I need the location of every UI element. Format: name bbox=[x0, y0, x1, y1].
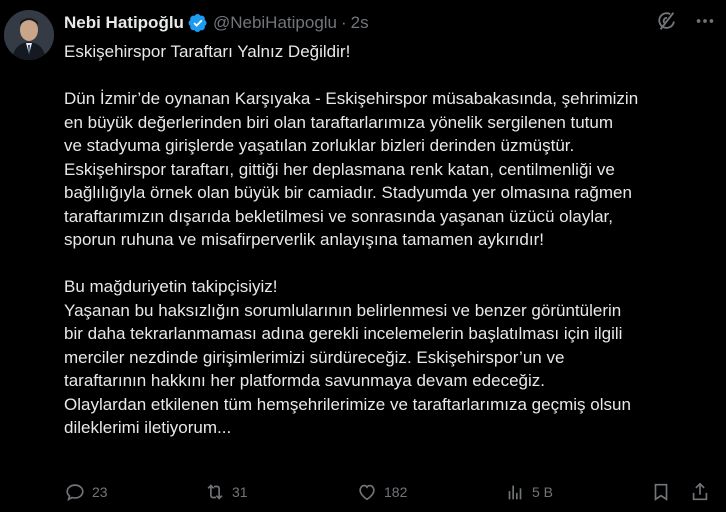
reply-icon bbox=[66, 484, 84, 501]
author-name[interactable]: Nebi Hatipoğlu bbox=[64, 13, 184, 33]
reply-count: 23 bbox=[92, 484, 108, 500]
like-count: 182 bbox=[384, 484, 408, 500]
verified-badge-icon bbox=[188, 13, 208, 33]
tweet-line: Dün İzmir’de oynanan Karşıyaka - Eskişeh… bbox=[64, 89, 639, 108]
tweet-line: merciler nezdinde girişimlerimizi sürdür… bbox=[64, 347, 565, 367]
avatar[interactable] bbox=[4, 10, 54, 60]
more-icon[interactable] bbox=[694, 10, 716, 32]
view-count: 5 B bbox=[532, 484, 554, 500]
bookmark-icon bbox=[654, 483, 668, 501]
author-handle[interactable]: @NebiHatipoglu bbox=[213, 13, 337, 33]
top-right-icons bbox=[656, 10, 716, 32]
reply-button[interactable]: 23 bbox=[64, 480, 108, 504]
tweet[interactable]: Nebi Hatipoğlu @NebiHatipoglu · 2s Eskiş… bbox=[0, 0, 726, 512]
like-icon bbox=[359, 484, 375, 501]
avatar-image bbox=[4, 10, 54, 60]
header-separator: · bbox=[341, 13, 347, 32]
repost-icon bbox=[207, 484, 223, 500]
repost-count: 31 bbox=[232, 484, 248, 500]
tweet-title: Eskişehirspor Taraftarı Yalnız Değildir! bbox=[64, 42, 351, 61]
views-icon bbox=[508, 485, 522, 500]
tweet-line: bir daha tekrarlanmaması adına gerekli i… bbox=[64, 324, 623, 343]
action-bar: 23 31 182 5 B bbox=[64, 480, 714, 504]
tweet-header: Nebi Hatipoğlu @NebiHatipoglu · 2s bbox=[64, 12, 369, 34]
tweet-line: ve stadyuma girişlerde yaşatılan zorlukl… bbox=[64, 136, 575, 155]
grok-icon[interactable] bbox=[656, 10, 678, 32]
tweet-line: dileklerimi iletiyorum... bbox=[64, 418, 232, 437]
repost-button[interactable]: 31 bbox=[204, 480, 248, 504]
views-button[interactable]: 5 B bbox=[504, 480, 553, 504]
share-button[interactable] bbox=[689, 480, 711, 504]
tweet-line: en büyük değerlerinden biri olan tarafta… bbox=[64, 112, 614, 132]
tweet-line: taraftarımızın dışarıda bekletilmesi ve … bbox=[64, 206, 614, 226]
share-icon bbox=[692, 482, 708, 501]
tweet-line: Yaşanan bu haksızlığın sorumlularının be… bbox=[64, 300, 622, 320]
tweet-text: Eskişehirspor Taraftarı Yalnız Değildir!… bbox=[64, 40, 714, 440]
tweet-line: Eskişehirspor taraftarı, gittiği her dep… bbox=[64, 159, 615, 179]
bookmark-button[interactable] bbox=[650, 480, 672, 504]
tweet-line: Olaylardan etkilenen tüm hemşehrilerimiz… bbox=[64, 394, 631, 414]
tweet-line: Bu mağduriyetin takipçisiyiz! bbox=[64, 277, 278, 296]
tweet-line: sporun ruhuna ve misafirperverlik anlayı… bbox=[64, 230, 544, 249]
like-button[interactable]: 182 bbox=[356, 480, 407, 504]
timestamp[interactable]: 2s bbox=[351, 13, 369, 33]
tweet-line: taraftarının hakkını her platformda savu… bbox=[64, 371, 545, 390]
tweet-line: bağlılığıyla örnek olan büyük bir camiad… bbox=[64, 183, 632, 202]
